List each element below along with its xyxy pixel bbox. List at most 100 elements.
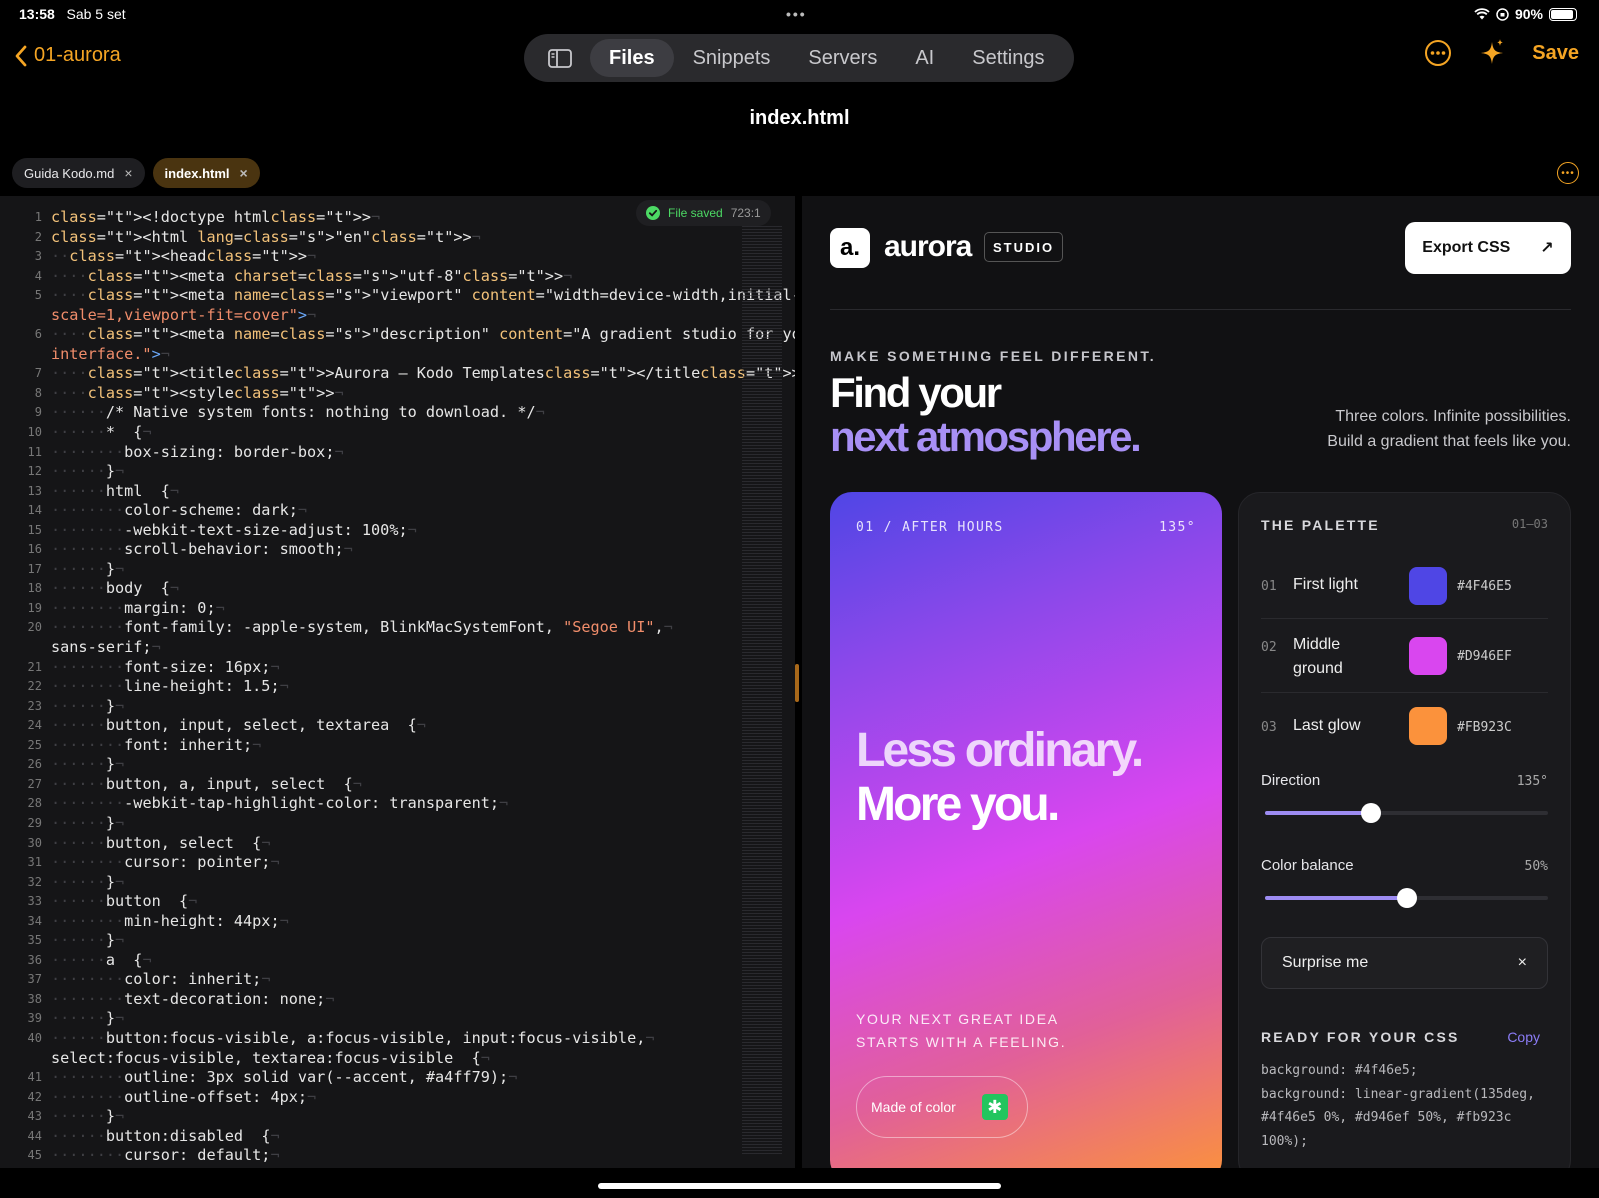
code-line[interactable]: ········cursor: default;¬ xyxy=(51,1146,741,1166)
live-preview: a. aurora STUDIO Export CSS ↗ MAKE SOMET… xyxy=(802,196,1599,1168)
code-line[interactable]: ········box-sizing: border-box;¬ xyxy=(51,443,741,463)
close-tab-icon[interactable]: × xyxy=(124,165,132,181)
hero-eyebrow: MAKE SOMETHING FEEL DIFFERENT. xyxy=(830,348,1157,364)
file-saved-badge: File saved 723:1 xyxy=(636,200,771,226)
sidebar-toggle-button[interactable] xyxy=(530,39,590,77)
slider-thumb[interactable] xyxy=(1396,888,1417,908)
tab-files[interactable]: Files xyxy=(590,39,674,77)
line-number: 30 xyxy=(27,835,42,850)
code-line[interactable]: ······button:focus-visible, a:focus-visi… xyxy=(51,1029,741,1049)
surprise-me-button[interactable]: Surprise me × xyxy=(1261,937,1548,989)
tab-ai[interactable]: AI xyxy=(896,39,953,77)
code-line[interactable]: ····class="t"><meta charset=class="s">"u… xyxy=(51,267,741,287)
code-line[interactable]: ······a {¬ xyxy=(51,951,741,971)
code-line[interactable]: ······body {¬ xyxy=(51,579,741,599)
export-css-button[interactable]: Export CSS ↗ xyxy=(1405,222,1571,274)
code-line[interactable]: ······}¬ xyxy=(51,931,741,951)
copy-css-button[interactable]: Copy xyxy=(1507,1029,1540,1045)
code-line[interactable]: ······/* Native system fonts: nothing to… xyxy=(51,403,741,423)
code-line[interactable]: ······}¬ xyxy=(51,1107,741,1127)
palette-row-last-glow[interactable]: 03 Last glow #FB923C xyxy=(1261,693,1548,761)
file-tab-label: index.html xyxy=(164,165,230,181)
slider-thumb[interactable] xyxy=(1361,803,1382,823)
tab-settings[interactable]: Settings xyxy=(953,39,1063,77)
code-line[interactable]: ······html {¬ xyxy=(51,482,741,502)
code-line[interactable]: ······}¬ xyxy=(51,873,741,893)
code-line[interactable]: interface.">¬ xyxy=(51,345,741,365)
code-line[interactable]: class="t"><html lang=class="s">"en"class… xyxy=(51,228,741,248)
tab-snippets[interactable]: Snippets xyxy=(674,39,790,77)
code-line[interactable]: ····class="t"><styleclass="t">>¬ xyxy=(51,384,741,404)
tab-options-icon[interactable]: ••• xyxy=(1557,162,1579,184)
code-line[interactable]: ········color-scheme: dark;¬ xyxy=(51,501,741,521)
status-bar: 13:58 Sab 5 set ••• 90% xyxy=(0,0,1599,28)
color-number: 02 xyxy=(1261,640,1277,655)
color-swatch[interactable] xyxy=(1409,637,1447,675)
line-number: 21 xyxy=(27,659,42,674)
code-editor[interactable]: 1 2 3 4 5 6 7 8 9 10 11 12 13 14 15 16 17 18 19 20 21 22 23 24 2… xyxy=(0,196,795,1168)
code-line[interactable]: select:focus-visible, textarea:focus-vis… xyxy=(51,1049,741,1069)
file-tab-guida[interactable]: Guida Kodo.md × xyxy=(12,158,145,188)
file-tab-index[interactable]: index.html × xyxy=(152,158,260,188)
cursor-position: 723:1 xyxy=(730,206,761,220)
code-line[interactable]: ······}¬ xyxy=(51,462,741,482)
palette-row-middle-ground[interactable]: 02 Middle ground #D946EF xyxy=(1261,619,1548,693)
code-line[interactable]: sans-serif;¬ xyxy=(51,638,741,658)
code-line[interactable]: ········font-size: 16px;¬ xyxy=(51,658,741,678)
code-line[interactable]: ········-webkit-text-size-adjust: 100%;¬ xyxy=(51,521,741,541)
code-line[interactable]: ········font: inherit;¬ xyxy=(51,736,741,756)
sparkles-ai-icon[interactable] xyxy=(1478,38,1506,68)
code-line[interactable]: ········text-decoration: none;¬ xyxy=(51,990,741,1010)
code-line[interactable]: ······}¬ xyxy=(51,560,741,580)
code-line[interactable]: ····class="t"><meta name=class="s">"view… xyxy=(51,286,795,306)
code-line[interactable]: ········outline-offset: 4px;¬ xyxy=(51,1088,741,1108)
code-line[interactable]: ······* {¬ xyxy=(51,423,741,443)
code-line[interactable]: ····class="t"><titleclass="t">>Aurora — … xyxy=(51,364,795,384)
code-line[interactable]: ········min-height: 44px;¬ xyxy=(51,912,741,932)
code-line[interactable]: ······button, input, select, textarea {¬ xyxy=(51,716,741,736)
code-line[interactable]: ······}¬ xyxy=(51,1009,741,1029)
code-line[interactable]: ········font-family: -apple-system, Blin… xyxy=(51,618,741,638)
status-right: 90% xyxy=(1474,6,1577,22)
code-line[interactable]: ········line-height: 1.5;¬ xyxy=(51,677,741,697)
code-line[interactable]: ······button {¬ xyxy=(51,892,741,912)
back-button[interactable]: 01-aurora xyxy=(14,44,121,67)
save-button[interactable]: Save xyxy=(1532,42,1579,65)
code-line[interactable]: ········-webkit-tap-highlight-color: tra… xyxy=(51,794,741,814)
code-line[interactable]: ······button, select {¬ xyxy=(51,834,741,854)
code-line[interactable]: ········margin: 0;¬ xyxy=(51,599,741,619)
export-css-label: Export CSS xyxy=(1422,239,1511,256)
color-swatch[interactable] xyxy=(1409,567,1447,605)
code-line[interactable]: ······}¬ xyxy=(51,755,741,775)
made-of-color-chip[interactable]: Made of color ✱ xyxy=(856,1076,1028,1138)
tab-servers[interactable]: Servers xyxy=(789,39,896,77)
card-headline: Less ordinary. More you. xyxy=(856,724,1144,832)
color-swatch[interactable] xyxy=(1409,707,1447,745)
line-number: 2 xyxy=(34,229,42,244)
line-number: 10 xyxy=(27,425,42,440)
home-indicator[interactable] xyxy=(598,1183,1001,1189)
code-line[interactable]: ······button:disabled {¬ xyxy=(51,1127,741,1147)
color-balance-slider[interactable] xyxy=(1265,888,1548,908)
code-line[interactable]: ········color: inherit;¬ xyxy=(51,970,741,990)
code-line[interactable]: ······}¬ xyxy=(51,814,741,834)
line-number: 29 xyxy=(27,815,42,830)
code-line[interactable]: ········scroll-behavior: smooth;¬ xyxy=(51,540,741,560)
code-content[interactable]: class="t"><!doctype htmlclass="t">>¬ clas… xyxy=(51,208,795,1166)
more-options-icon[interactable] xyxy=(1424,39,1452,67)
code-line[interactable]: ····class="t"><meta name=class="s">"desc… xyxy=(51,325,795,345)
code-line[interactable]: ······}¬ xyxy=(51,697,741,717)
code-line[interactable]: scale=1,viewport-fit=cover">¬ xyxy=(51,306,741,326)
line-number: 28 xyxy=(27,796,42,811)
code-line[interactable]: ········outline: 3px solid var(--accent,… xyxy=(51,1068,741,1088)
line-number: 6 xyxy=(34,327,42,342)
code-line[interactable]: ······button, a, input, select {¬ xyxy=(51,775,741,795)
code-minimap[interactable] xyxy=(742,226,782,1156)
direction-slider[interactable] xyxy=(1265,803,1548,823)
code-line[interactable]: ··class="t"><headclass="t">>¬ xyxy=(51,247,741,267)
code-line[interactable]: ········cursor: pointer;¬ xyxy=(51,853,741,873)
multitasking-dots-icon[interactable]: ••• xyxy=(786,6,807,22)
palette-row-first-light[interactable]: 01 First light #4F46E5 xyxy=(1261,551,1548,619)
close-tab-icon[interactable]: × xyxy=(240,165,248,181)
splitter-handle[interactable] xyxy=(795,664,799,702)
